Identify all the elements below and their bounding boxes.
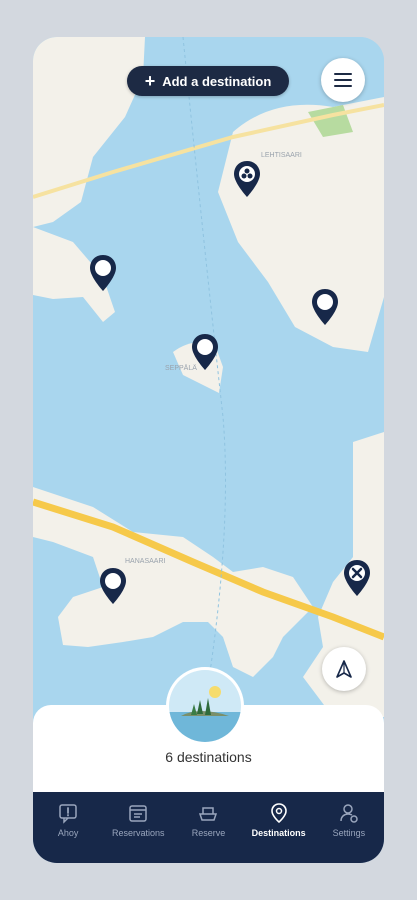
navigation-arrow-icon bbox=[336, 660, 352, 678]
dock-icon bbox=[199, 807, 218, 821]
compass-button[interactable] bbox=[322, 647, 366, 691]
hamburger-icon bbox=[334, 73, 352, 75]
nav-label-reservations: Reservations bbox=[112, 828, 165, 838]
nav-item-reservations[interactable]: Reservations bbox=[105, 802, 171, 838]
add-destination-button[interactable]: + Add a destination bbox=[127, 66, 289, 96]
destination-pin-2[interactable] bbox=[312, 289, 338, 325]
map[interactable]: LEHTISAARI SEPPÄLÄ HANASAARI bbox=[33, 37, 384, 717]
bottom-navigation: Ahoy Reservations Reserve Destinations S… bbox=[33, 792, 384, 863]
nav-item-destinations[interactable]: Destinations bbox=[246, 802, 312, 838]
phone-screen: LEHTISAARI SEPPÄLÄ HANASAARI + Add a des… bbox=[33, 37, 384, 863]
location-pin-icon bbox=[270, 803, 287, 824]
plus-icon: + bbox=[144, 71, 156, 91]
menu-button[interactable] bbox=[321, 58, 365, 102]
map-label-lehtisaari: LEHTISAARI bbox=[261, 152, 302, 159]
nav-label-ahoy: Ahoy bbox=[57, 828, 79, 838]
calendar-icon bbox=[129, 805, 148, 822]
destinations-count: 6 destinations bbox=[165, 749, 252, 765]
nav-label-destinations: Destinations bbox=[251, 828, 306, 838]
nav-item-settings[interactable]: Settings bbox=[316, 802, 382, 838]
destination-pin-4[interactable] bbox=[100, 568, 126, 604]
destination-pin-3[interactable] bbox=[192, 334, 218, 370]
map-label-hanasaari: HANASAARI bbox=[125, 558, 166, 565]
message-alert-icon bbox=[59, 804, 77, 824]
nav-item-reserve[interactable]: Reserve bbox=[175, 802, 241, 838]
add-destination-label: Add a destination bbox=[162, 73, 272, 89]
destination-thumbnail bbox=[169, 670, 241, 742]
user-settings-icon bbox=[340, 804, 358, 823]
nav-label-settings: Settings bbox=[332, 828, 366, 838]
destination-pin-tools[interactable] bbox=[344, 560, 370, 596]
nav-item-ahoy[interactable]: Ahoy bbox=[35, 802, 101, 838]
destination-pin-marina[interactable] bbox=[234, 161, 260, 197]
destination-pin-1[interactable] bbox=[90, 255, 116, 291]
nav-label-reserve: Reserve bbox=[191, 828, 226, 838]
